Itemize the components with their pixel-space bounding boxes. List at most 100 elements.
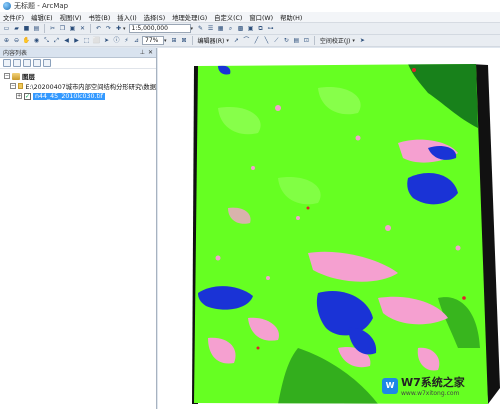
collapse-icon[interactable]: − (10, 83, 16, 89)
identify-icon[interactable]: ⓘ (112, 36, 121, 45)
expand-icon[interactable]: + (16, 93, 22, 99)
spatial-adjustment-menu-button[interactable]: 空间校正(J) (320, 36, 350, 45)
menu-edit[interactable]: 编辑(E) (31, 13, 53, 22)
pin-icon[interactable]: ⊥ (140, 49, 145, 56)
data-frame-row[interactable]: − 图层 (4, 71, 156, 81)
folder-icon (18, 83, 24, 89)
zoom-dropdown-icon[interactable]: ▾ (164, 38, 167, 44)
save-icon[interactable]: ■ (22, 24, 31, 33)
collapse-icon[interactable]: − (4, 73, 10, 79)
print-icon[interactable]: ▤ (32, 24, 41, 33)
layer-visibility-checkbox[interactable]: ✓ (24, 92, 31, 100)
toolbar-separator (191, 36, 193, 45)
list-by-source-icon[interactable] (13, 59, 21, 67)
raster-layer-row[interactable]: + ✓ n44_45_2010lc030.tif (4, 91, 156, 101)
layer-name-label[interactable]: n44_45_2010lc030.tif (33, 92, 106, 100)
zoom-percent-input[interactable]: 77% (142, 36, 164, 45)
trace-icon[interactable]: ╲ (262, 36, 271, 45)
menu-file[interactable]: 文件(F) (3, 13, 24, 22)
toolbar-separator (44, 24, 45, 33)
hyperlink-icon[interactable]: ⚡ (122, 36, 131, 45)
close-icon[interactable]: ✕ (148, 49, 153, 56)
cut-icon[interactable]: ✂ (48, 24, 57, 33)
full-extent-icon[interactable]: ◉ (32, 36, 41, 45)
urban-dot (455, 245, 461, 251)
undo-icon[interactable]: ↶ (94, 24, 103, 33)
map-scale-input[interactable]: 1:5,000,000 (128, 24, 191, 33)
sketch-properties-icon[interactable]: ⊡ (302, 36, 311, 45)
zoom-out-icon[interactable]: ⊖ (12, 36, 21, 45)
rotate-icon[interactable]: ↻ (282, 36, 291, 45)
attributes-icon[interactable]: ▤ (292, 36, 301, 45)
editor-dropdown-icon[interactable]: ▾ (226, 38, 229, 44)
add-data-dropdown-icon[interactable]: ▾ (123, 26, 126, 32)
select-elements-icon[interactable]: ➤ (102, 36, 111, 45)
menu-insert[interactable]: 插入(I) (117, 13, 136, 22)
layout-zoom-icon[interactable]: ⊞ (170, 36, 179, 45)
python-icon[interactable]: ▣ (246, 24, 255, 33)
arctoolbox-icon[interactable]: ▩ (236, 24, 245, 33)
edit-annotation-icon[interactable]: ⌒ (242, 36, 251, 45)
menu-customize[interactable]: 自定义(C) (214, 13, 242, 22)
menu-windows[interactable]: 窗口(W) (249, 13, 273, 22)
catalog-icon[interactable]: ▦ (216, 24, 225, 33)
menu-help[interactable]: 帮助(H) (280, 13, 302, 22)
menu-view[interactable]: 视图(V) (60, 13, 82, 22)
table-of-contents-icon[interactable]: ☰ (206, 24, 215, 33)
layers-icon (12, 72, 20, 80)
straight-segment-icon[interactable]: ╱ (252, 36, 261, 45)
watermark: W W7系统之家 www.w7xitong.com (382, 374, 465, 397)
urban-dot (275, 105, 281, 111)
extra-tool-icon[interactable]: ⊶ (266, 24, 275, 33)
layer-tree: − 图层 − E:\20200407城市内部空间结构分形研究\数据 + ✓ n4… (0, 69, 156, 101)
editor-toolbar-icon[interactable]: ✎ (196, 24, 205, 33)
list-by-selection-icon[interactable] (33, 59, 41, 67)
delete-icon[interactable]: ✕ (78, 24, 87, 33)
editor-menu-button[interactable]: 编辑器(R) (198, 36, 225, 45)
toc-options-icon[interactable] (43, 59, 51, 67)
fixed-zoom-in-icon[interactable]: ⤡ (42, 36, 51, 45)
clear-selection-icon[interactable]: ⬜ (92, 36, 101, 45)
menu-geoprocessing[interactable]: 地理处理(G) (172, 13, 207, 22)
back-extent-icon[interactable]: ◀ (62, 36, 71, 45)
land-cover-raster (192, 64, 500, 404)
red-pixel-cluster (256, 346, 260, 350)
scale-dropdown-icon[interactable]: ▾ (191, 26, 194, 32)
source-folder-row[interactable]: − E:\20200407城市内部空间结构分形研究\数据 (4, 81, 156, 91)
red-pixel-cluster (306, 206, 310, 210)
list-by-visibility-icon[interactable] (23, 59, 31, 67)
search-window-icon[interactable]: ⌕ (226, 24, 235, 33)
copy-icon[interactable]: ❐ (58, 24, 67, 33)
zoom-in-icon[interactable]: ⊕ (2, 36, 11, 45)
table-of-contents-panel: 内容列表 ⊥ ✕ − 图层 − E:\20200407城市内部空间结构分形研究\… (0, 48, 157, 409)
menu-bookmarks[interactable]: 书签(B) (88, 13, 110, 22)
urban-dot (251, 166, 255, 170)
paste-icon[interactable]: ▣ (68, 24, 77, 33)
urban-dot (266, 276, 270, 280)
spatial-adjustment-dropdown-icon[interactable]: ▾ (352, 38, 355, 44)
toolbar-separator (90, 24, 91, 33)
select-pointer-icon[interactable]: ➤ (358, 36, 367, 45)
urban-dot (385, 225, 391, 231)
watermark-url: www.w7xitong.com (401, 390, 460, 397)
new-document-icon[interactable]: ▭ (2, 24, 11, 33)
select-features-icon[interactable]: ⬚ (82, 36, 91, 45)
toc-toolbar (0, 58, 156, 69)
list-by-drawing-order-icon[interactable] (3, 59, 11, 67)
urban-dot (296, 216, 300, 220)
layout-pan-icon[interactable]: ⊠ (180, 36, 189, 45)
model-builder-icon[interactable]: ⧉ (256, 24, 265, 33)
add-data-icon[interactable]: ✚ (114, 24, 123, 33)
pan-icon[interactable]: ✋ (22, 36, 31, 45)
redo-icon[interactable]: ↷ (104, 24, 113, 33)
fixed-zoom-out-icon[interactable]: ⤢ (52, 36, 61, 45)
map-view[interactable] (158, 48, 500, 409)
data-frame-label: 图层 (22, 73, 35, 81)
open-folder-icon[interactable]: ▰ (12, 24, 21, 33)
forward-extent-icon[interactable]: ▶ (72, 36, 81, 45)
menu-selection[interactable]: 选择(S) (144, 13, 166, 22)
split-icon[interactable]: ⟋ (272, 36, 281, 45)
toolbar-separator (313, 36, 315, 45)
edit-tool-icon[interactable]: ➚ (232, 36, 241, 45)
measure-icon[interactable]: ⊿ (132, 36, 141, 45)
